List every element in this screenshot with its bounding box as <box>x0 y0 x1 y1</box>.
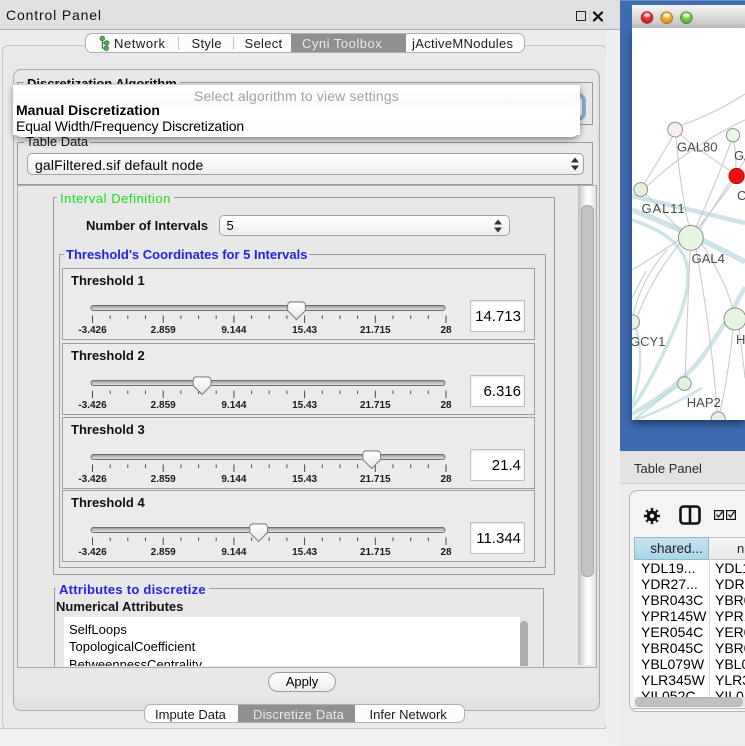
svg-text:GAL4: GAL4 <box>692 251 725 266</box>
svg-text:C: C <box>737 188 745 203</box>
svg-text:GCY1: GCY1 <box>632 334 665 349</box>
svg-text:HAP2: HAP2 <box>687 395 721 410</box>
svg-text:GAL11: GAL11 <box>642 201 686 216</box>
svg-text:GA: GA <box>734 148 745 163</box>
svg-text:H: H <box>736 332 745 347</box>
svg-text:GAL80: GAL80 <box>677 140 717 155</box>
